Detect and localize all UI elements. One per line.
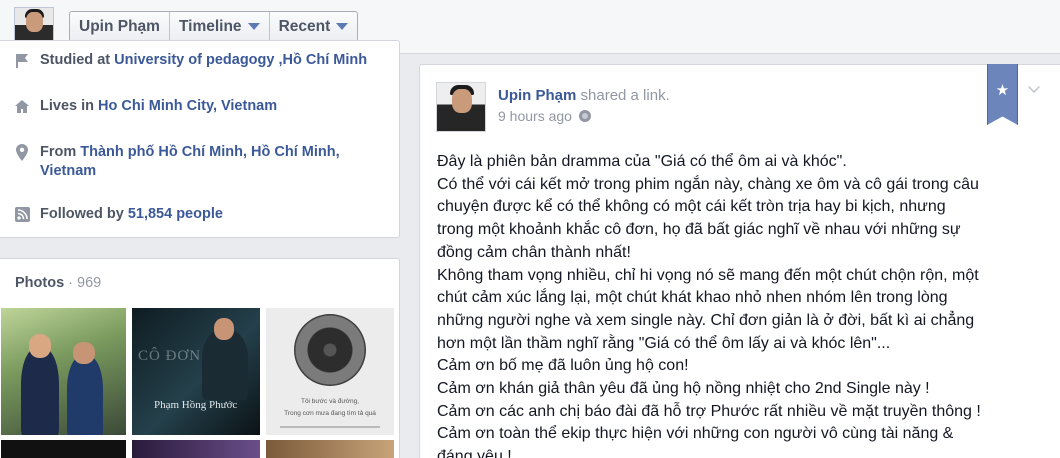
caret-down-icon bbox=[247, 23, 260, 30]
photos-title: Photos bbox=[15, 275, 65, 291]
photo-lyric-line-2: Trong cơn mưa đang tìm tả quá bbox=[284, 410, 376, 417]
post-line: Cảm ơn bố mẹ đã luôn ủng hộ con! bbox=[437, 357, 689, 375]
post-header: Upin Phạm shared a link. bbox=[498, 87, 670, 104]
post-author-link[interactable]: Upin Phạm bbox=[498, 87, 576, 104]
photos-card: Photos · 969 CÔ ĐƠN Phạm Hồng Phước Tôi … bbox=[0, 258, 400, 458]
post-line: Cảm ơn khán giả thân yêu đã ủng hộ nồng … bbox=[437, 380, 930, 398]
about-followed-prefix: Followed by bbox=[40, 206, 128, 222]
globe-icon bbox=[578, 110, 591, 122]
about-lives-link[interactable]: Ho Chi Minh City, Vietnam bbox=[98, 98, 277, 114]
about-followed-link[interactable]: 51,854 people bbox=[128, 206, 223, 222]
about-lives: Lives in Ho Chi Minh City, Vietnam bbox=[13, 97, 370, 116]
photo-progress-bar bbox=[280, 426, 380, 428]
post-line: Cảm ơn các anh chị báo đài đã hỗ trợ Phư… bbox=[437, 402, 981, 420]
photo-person bbox=[67, 356, 103, 435]
about-lives-prefix: Lives in bbox=[40, 98, 99, 114]
album-disc bbox=[294, 314, 366, 386]
caret-down-icon bbox=[336, 23, 349, 30]
post-line: Có thể với cái kết mở trong phim ngắn nà… bbox=[437, 175, 979, 193]
about-from-prefix: From bbox=[40, 144, 81, 160]
timeline-nav: Upin Phạm Timeline Recent bbox=[69, 11, 359, 42]
post-line: chút cảm xúc lắng lại, một chút khát kha… bbox=[437, 289, 948, 307]
photo-lyric-line-1: Tôi bước và đường, bbox=[300, 398, 360, 405]
photo-thumbnail-1[interactable] bbox=[1, 308, 126, 435]
post-card: Upin Phạm shared a link. 9 hours ago ★ Đ… bbox=[419, 64, 1060, 458]
nav-recent-label: Recent bbox=[278, 17, 331, 35]
about-studied-prefix: Studied at bbox=[40, 52, 115, 68]
photo-thumbnail-4[interactable] bbox=[1, 440, 126, 458]
about-from: From Thành phố Hồ Chí Minh, Hồ Chí Minh,… bbox=[13, 143, 370, 181]
star-icon: ★ bbox=[995, 82, 1010, 99]
photo-person bbox=[21, 348, 59, 435]
about-studied-link[interactable]: University of pedagogy ,Hồ Chí Minh bbox=[114, 52, 367, 68]
nav-recent-button[interactable]: Recent bbox=[270, 12, 358, 41]
location-pin-icon bbox=[13, 143, 31, 161]
nav-timeline-label: Timeline bbox=[178, 17, 242, 35]
post-line: chuyện được kể có thể không có một cái k… bbox=[437, 198, 946, 216]
photo-background-text: CÔ ĐƠN bbox=[138, 348, 202, 364]
photo-caption: Phạm Hồng Phước bbox=[154, 399, 238, 411]
home-icon bbox=[13, 97, 31, 115]
photo-person-face bbox=[29, 334, 51, 358]
photo-person bbox=[202, 330, 248, 400]
post-action-text: shared a link. bbox=[580, 87, 670, 104]
nav-profile-name-button[interactable]: Upin Phạm bbox=[70, 12, 170, 41]
photo-thumbnail-2[interactable]: CÔ ĐƠN Phạm Hồng Phước bbox=[132, 308, 260, 435]
rss-icon bbox=[13, 205, 31, 223]
post-line: hơn một lần thầm nghĩ rằng "Giá có thể ô… bbox=[437, 334, 891, 352]
post-message: Đây là phiên bản dramma của "Giá có thể … bbox=[437, 151, 1047, 458]
about-followed: Followed by 51,854 people bbox=[13, 205, 370, 224]
post-line: đáng yêu ! bbox=[437, 448, 512, 458]
post-line: Đây là phiên bản dramma của "Giá có thể … bbox=[437, 153, 847, 170]
highlight-ribbon[interactable]: ★ bbox=[987, 64, 1018, 125]
about-from-link[interactable]: Thành phố Hồ Chí Minh, Hồ Chí Minh, Viet… bbox=[40, 144, 340, 179]
photo-thumbnail-5[interactable] bbox=[132, 440, 260, 458]
post-line: Không tham vọng nhiều, chỉ hi vọng nó sẽ… bbox=[437, 266, 979, 284]
post-timestamp[interactable]: 9 hours ago bbox=[498, 108, 591, 124]
photos-separator: · bbox=[64, 275, 78, 291]
about-studied: Studied at University of pedagogy ,Hồ Ch… bbox=[13, 51, 370, 70]
photo-person-face bbox=[214, 318, 234, 340]
avatar-face bbox=[26, 12, 43, 32]
photo-thumbnail-6[interactable] bbox=[266, 440, 394, 458]
photos-count: 969 bbox=[77, 275, 102, 291]
post-line: đồng cảm chân thành nhất! bbox=[437, 243, 631, 261]
post-line: Cảm ơn toàn thể ekip thực hiện với những… bbox=[437, 425, 954, 443]
about-card: Studied at University of pedagogy ,Hồ Ch… bbox=[0, 40, 400, 238]
post-line: những người nghe và xem single này. Chỉ … bbox=[437, 311, 975, 329]
photo-person-face bbox=[73, 342, 95, 364]
post-time-label: 9 hours ago bbox=[498, 108, 572, 124]
flag-icon bbox=[13, 51, 31, 69]
photo-thumbnail-3[interactable]: Tôi bước và đường, Trong cơn mưa đang tì… bbox=[266, 308, 394, 435]
nav-timeline-button[interactable]: Timeline bbox=[170, 12, 270, 41]
avatar-face bbox=[452, 89, 472, 113]
nav-profile-name-label: Upin Phạm bbox=[79, 17, 160, 35]
post-author-avatar[interactable] bbox=[436, 82, 486, 132]
post-line: trong một khoảnh khắc cô đơn, họ đã bất … bbox=[437, 221, 961, 239]
chevron-down-icon[interactable] bbox=[1028, 81, 1040, 93]
photos-header[interactable]: Photos · 969 bbox=[15, 275, 101, 291]
